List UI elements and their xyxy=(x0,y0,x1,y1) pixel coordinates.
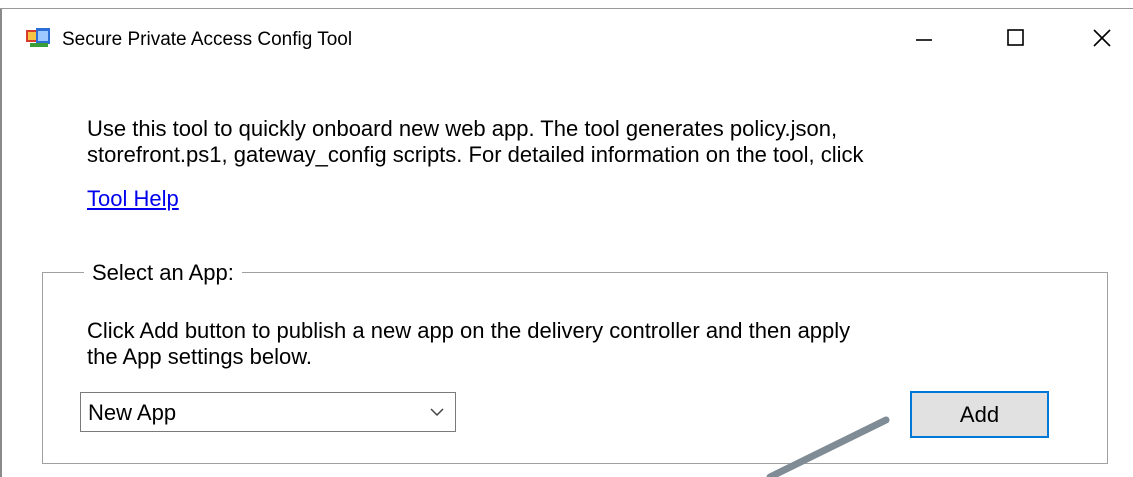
chevron-down-icon xyxy=(430,408,444,417)
select-app-description-line-2: the App settings below. xyxy=(87,344,313,369)
tool-help-link[interactable]: Tool Help xyxy=(87,186,179,212)
maximize-button[interactable] xyxy=(984,14,1048,62)
select-app-description-line-1: Click Add button to publish a new app on… xyxy=(87,318,851,343)
maximize-icon xyxy=(1007,29,1024,46)
select-app-description: Click Add button to publish a new app on… xyxy=(87,318,987,370)
app-icon xyxy=(26,28,50,47)
app-select-value: New App xyxy=(88,400,177,425)
window-title: Secure Private Access Config Tool xyxy=(62,29,353,50)
select-app-legend: Select an App: xyxy=(84,260,242,286)
app-select-dropdown[interactable]: New App xyxy=(80,392,456,432)
intro-line-1: Use this tool to quickly onboard new web… xyxy=(87,116,838,141)
config-tool-window: Secure Private Access Config Tool Use th… xyxy=(0,0,1133,477)
intro-text: Use this tool to quickly onboard new web… xyxy=(87,116,1047,168)
window-left-border xyxy=(0,9,2,477)
add-button-label: Add xyxy=(959,401,1000,427)
minimize-icon xyxy=(916,39,932,41)
add-button[interactable]: Add xyxy=(910,391,1049,438)
window-top-border xyxy=(0,0,1133,9)
minimize-button[interactable] xyxy=(892,14,956,62)
close-button[interactable] xyxy=(1070,14,1133,62)
intro-line-2: storefront.ps1, gateway_config scripts. … xyxy=(87,142,864,167)
close-icon xyxy=(1093,29,1111,47)
